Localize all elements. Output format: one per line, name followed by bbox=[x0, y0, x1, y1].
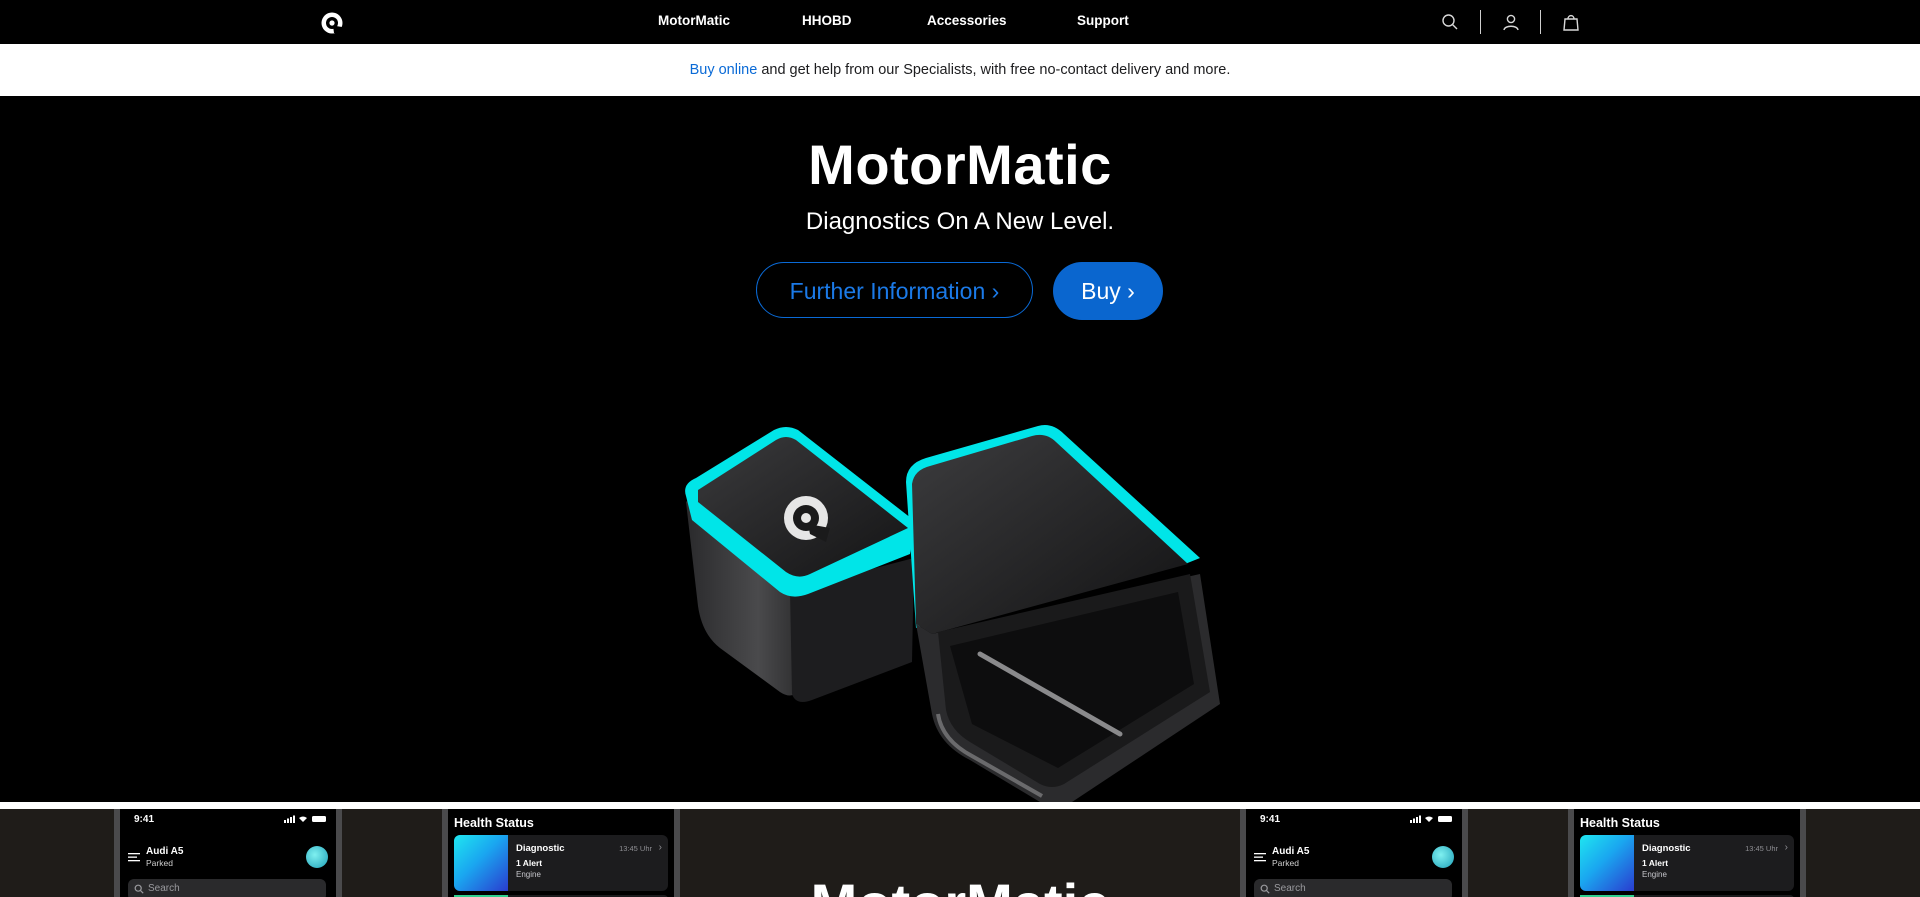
phone-preview: 9:41 Audi A5 Parked Search bbox=[1240, 809, 1468, 897]
search-placeholder: Search bbox=[1274, 883, 1306, 894]
health-status-preview: Health Status Diagnostic 13:45 Uhr › 1 A… bbox=[442, 809, 680, 897]
car-status: Parked bbox=[146, 858, 173, 868]
health-status-preview: Health Status Diagnostic 13:45 Uhr › 1 A… bbox=[1568, 809, 1806, 897]
diagnostic-card-subtitle: Engine bbox=[1642, 870, 1667, 879]
top-nav: MotorMatic HHOBD Accessories Support bbox=[0, 0, 1920, 44]
diagnostic-card[interactable]: Diagnostic 13:45 Uhr › 1 Alert Engine bbox=[1580, 835, 1794, 891]
buy-button[interactable]: Buy › bbox=[1053, 262, 1163, 320]
diagnostic-card-alert: 1 Alert bbox=[516, 858, 543, 868]
phone-time: 9:41 bbox=[134, 814, 155, 825]
car-name: Audi A5 bbox=[146, 846, 184, 857]
bag-icon[interactable] bbox=[1561, 12, 1581, 32]
diagnostic-card[interactable]: Diagnostic 13:45 Uhr › 1 Alert Engine bbox=[454, 835, 668, 891]
car-status: Parked bbox=[1272, 858, 1299, 868]
search-icon bbox=[134, 884, 144, 894]
health-status-title: Health Status bbox=[1580, 816, 1660, 830]
account-icon[interactable] bbox=[1501, 12, 1521, 32]
diagnostic-thumbnail bbox=[1580, 835, 1634, 891]
hero-section: MotorMatic Diagnostics On A New Level. F… bbox=[0, 96, 1920, 804]
diagnostic-card-subtitle: Engine bbox=[516, 870, 541, 879]
further-information-button[interactable]: Further Information › bbox=[756, 262, 1033, 318]
app-preview-strip: MotorMatic 9:41 Audi A5 Parked Search He… bbox=[0, 809, 1920, 897]
nav-separator bbox=[1540, 10, 1541, 34]
hero-title: MotorMatic bbox=[808, 133, 1112, 196]
section-divider bbox=[0, 802, 1920, 809]
phone-preview: 9:41 Audi A5 Parked Search bbox=[114, 809, 342, 897]
status-bar-icons bbox=[1410, 815, 1452, 823]
menu-icon[interactable] bbox=[1254, 852, 1266, 862]
search-icon[interactable] bbox=[1440, 12, 1460, 32]
diagnostic-card-title: Diagnostic bbox=[1642, 843, 1691, 854]
promo-banner: Buy online and get help from our Special… bbox=[0, 44, 1920, 96]
menu-icon[interactable] bbox=[128, 852, 140, 862]
avatar[interactable] bbox=[1432, 846, 1454, 868]
buy-online-link[interactable]: Buy online bbox=[690, 62, 758, 78]
status-bar-icons bbox=[284, 815, 326, 823]
search-input[interactable]: Search bbox=[1254, 879, 1452, 897]
hero-subtitle: Diagnostics On A New Level. bbox=[805, 208, 1115, 235]
obd-device-image bbox=[685, 425, 1220, 804]
diagnostic-thumbnail bbox=[454, 835, 508, 891]
chevron-right-icon: › bbox=[1784, 842, 1788, 853]
nav-separator bbox=[1480, 10, 1481, 34]
diagnostic-card-title: Diagnostic bbox=[516, 843, 565, 854]
diagnostic-card-alert: 1 Alert bbox=[1642, 858, 1669, 868]
diagnostic-card-time: 13:45 Uhr bbox=[619, 844, 652, 853]
nav-link-motormatic[interactable]: MotorMatic bbox=[658, 13, 730, 28]
promo-text: Buy online and get help from our Special… bbox=[0, 44, 1920, 96]
nav-link-support[interactable]: Support bbox=[1077, 13, 1129, 28]
phone-time: 9:41 bbox=[1260, 814, 1281, 825]
search-icon bbox=[1260, 884, 1270, 894]
health-status-title: Health Status bbox=[454, 816, 534, 830]
promo-message: and get help from our Specialists, with … bbox=[757, 62, 1231, 78]
avatar[interactable] bbox=[306, 846, 328, 868]
nav-link-accessories[interactable]: Accessories bbox=[927, 13, 1007, 28]
car-name: Audi A5 bbox=[1272, 846, 1310, 857]
search-placeholder: Search bbox=[148, 883, 180, 894]
chevron-right-icon: › bbox=[658, 842, 662, 853]
diagnostic-card-time: 13:45 Uhr bbox=[1745, 844, 1778, 853]
search-input[interactable]: Search bbox=[128, 879, 326, 897]
nav-link-hhobd[interactable]: HHOBD bbox=[802, 13, 852, 28]
